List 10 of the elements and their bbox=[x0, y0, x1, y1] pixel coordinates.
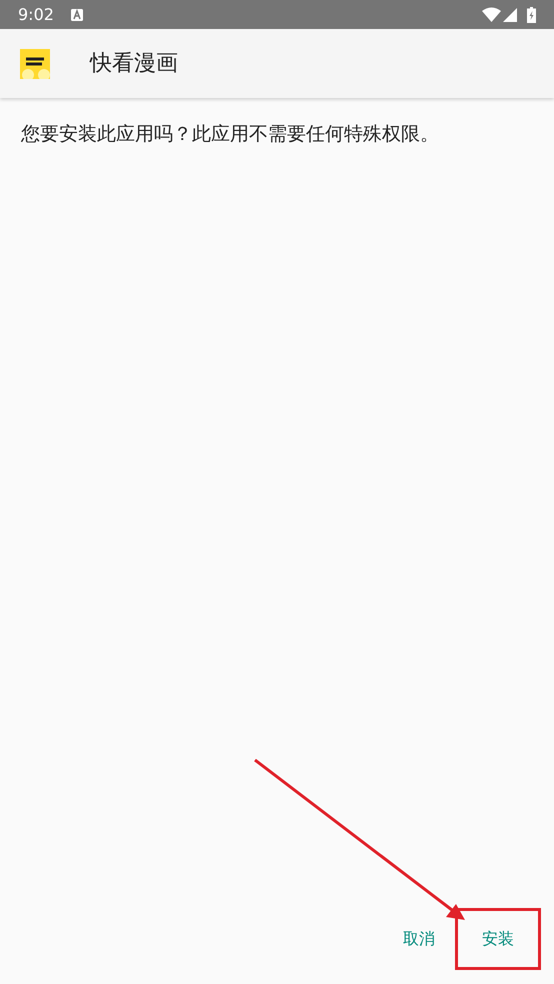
dialog-button[interactable]: 安装 bbox=[455, 908, 541, 970]
install-prompt-text: 您要安装此应用吗？此应用不需要任何特殊权限。 bbox=[21, 122, 440, 147]
app-title: 快看漫画 bbox=[90, 50, 178, 78]
signal-icon bbox=[503, 8, 517, 22]
dialog-button[interactable]: 取消 bbox=[387, 908, 451, 970]
wifi-icon bbox=[482, 7, 501, 22]
notification-icon bbox=[70, 8, 83, 20]
app-logo-icon bbox=[20, 48, 50, 78]
battery-icon bbox=[527, 6, 536, 22]
clock-time: 9:02 bbox=[18, 4, 54, 26]
